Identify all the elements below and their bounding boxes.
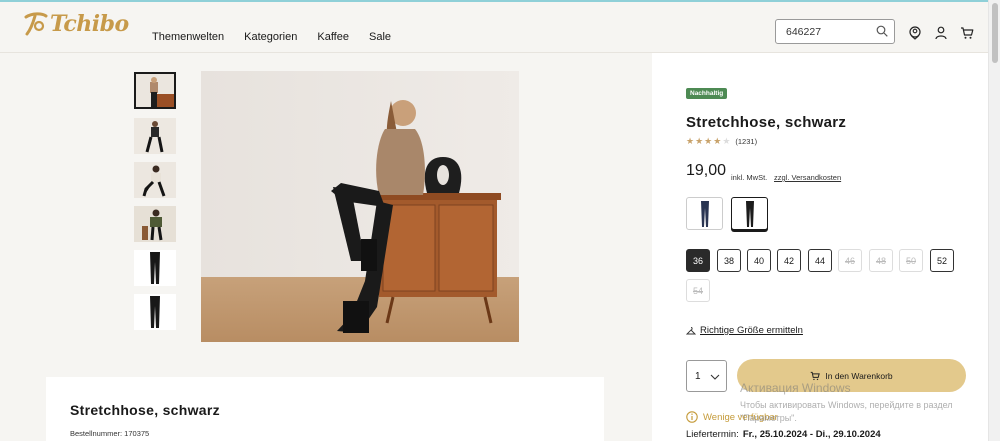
logo-text: Tchibo (50, 11, 129, 37)
search-input[interactable]: 646227 (775, 19, 895, 44)
cart-icon (811, 371, 821, 380)
delivery-label: Liefertermin: (686, 429, 739, 440)
star-icon: ★ (695, 136, 704, 146)
product-price: 19,00 (686, 162, 727, 179)
gallery-thumbnail-5[interactable] (134, 250, 176, 286)
search-value: 646227 (786, 25, 822, 38)
nav-item-kategorien[interactable]: Kategorien (244, 31, 297, 43)
chevron-down-icon (710, 374, 720, 380)
size-option-48[interactable]: 48 (869, 249, 893, 272)
location-icon[interactable] (908, 26, 922, 40)
scrollbar-thumb[interactable] (992, 3, 998, 63)
star-icon: ★ (686, 136, 695, 146)
windows-activation-text: Чтобы активировать Windows, перейдите в … (740, 400, 953, 423)
color-swatch-navy[interactable] (686, 197, 723, 230)
size-option-54[interactable]: 54 (686, 279, 710, 302)
gallery-thumbnail-6[interactable] (134, 294, 176, 330)
gallery-thumbnail-2[interactable] (134, 118, 176, 154)
star-icon: ★ (713, 136, 722, 146)
delivery-value: Fr., 25.10.2024 - Di., 29.10.2024 (742, 429, 881, 440)
navy-pants-icon (700, 200, 709, 227)
model-on-sideboard-image (201, 71, 519, 342)
size-option-40[interactable]: 40 (747, 249, 771, 272)
thumbnail-model-green-top-image (134, 206, 176, 242)
rating-count: (1231) (735, 137, 758, 146)
black-pants-icon (745, 200, 754, 227)
details-title: Stretchhose, schwarz (70, 402, 220, 418)
nav-item-sale[interactable]: Sale (369, 31, 391, 43)
info-icon (686, 411, 698, 423)
thumbnail-model-chair-image (134, 162, 176, 198)
quantity-select[interactable]: 1 (686, 360, 727, 392)
add-to-cart-label: In den Warenkorb (825, 370, 893, 381)
thumbnail-model-standing-image (134, 118, 176, 154)
shipping-cost-link[interactable]: zzgl. Versandkosten (774, 173, 841, 182)
size-option-42[interactable]: 42 (777, 249, 801, 272)
vat-note: inkl. MwSt. (731, 173, 768, 182)
thumbnail-pants-back-image (134, 294, 176, 330)
half-star-icon: ★ (722, 136, 731, 146)
order-number: Bestellnummer: 170375 (70, 429, 150, 438)
account-icon[interactable] (934, 26, 948, 40)
gallery-thumbnail-1[interactable] (134, 72, 176, 109)
thumbnail-model-sitting-image (136, 74, 174, 107)
hanger-icon (686, 326, 696, 334)
sustainability-badge: Nachhaltig (686, 88, 728, 99)
gallery-thumbnail-3[interactable] (134, 162, 176, 198)
nav-item-themenwelten[interactable]: Themenwelten (152, 31, 224, 43)
size-option-46[interactable]: 46 (838, 249, 862, 272)
color-swatch-schwarz[interactable] (731, 197, 768, 230)
gallery-thumbnail-4[interactable] (134, 206, 176, 242)
main-nav: Themenwelten Kategorien Kaffee Sale (152, 31, 411, 43)
star-icon: ★ (704, 136, 713, 146)
size-option-52[interactable]: 52 (930, 249, 954, 272)
size-finder-label: Richtige Größe ermitteln (700, 325, 803, 336)
nav-item-kaffee[interactable]: Kaffee (317, 31, 349, 43)
quantity-value: 1 (695, 370, 701, 382)
thumbnail-pants-image (134, 250, 176, 286)
size-option-44[interactable]: 44 (808, 249, 832, 272)
size-option-36[interactable]: 36 (686, 249, 710, 272)
product-title: Stretchhose, schwarz (686, 114, 847, 131)
size-option-38[interactable]: 38 (717, 249, 741, 272)
delivery-date: Liefertermin: Fr., 25.10.2024 - Di., 29.1… (686, 429, 881, 440)
size-option-50[interactable]: 50 (899, 249, 923, 272)
logo-mark-icon (24, 12, 48, 36)
windows-activation-title: Активация Windows (740, 381, 851, 395)
cart-icon[interactable] (960, 26, 974, 40)
size-finder-link[interactable]: Richtige Größe ermitteln (686, 325, 803, 336)
tchibo-logo[interactable]: Tchibo (22, 11, 129, 37)
search-icon[interactable] (876, 25, 888, 37)
main-product-image[interactable] (201, 71, 519, 342)
rating-stars[interactable]: ★ ★ ★ ★ ★ (1231) (686, 136, 757, 147)
page-scrollbar[interactable] (988, 0, 1000, 441)
